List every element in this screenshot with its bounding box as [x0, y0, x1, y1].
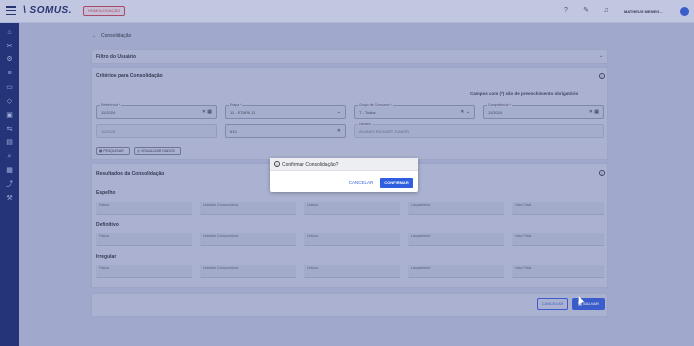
dialog-confirm-button[interactable]: CONFIRMAR [380, 178, 413, 188]
info-icon: i [274, 161, 280, 167]
dialog-header: i Confirmar Consolidação? [270, 158, 418, 171]
dialog-title: Confirmar Consolidação? [282, 162, 339, 168]
dialog-cancel-button[interactable]: CANCELAR [346, 178, 376, 188]
